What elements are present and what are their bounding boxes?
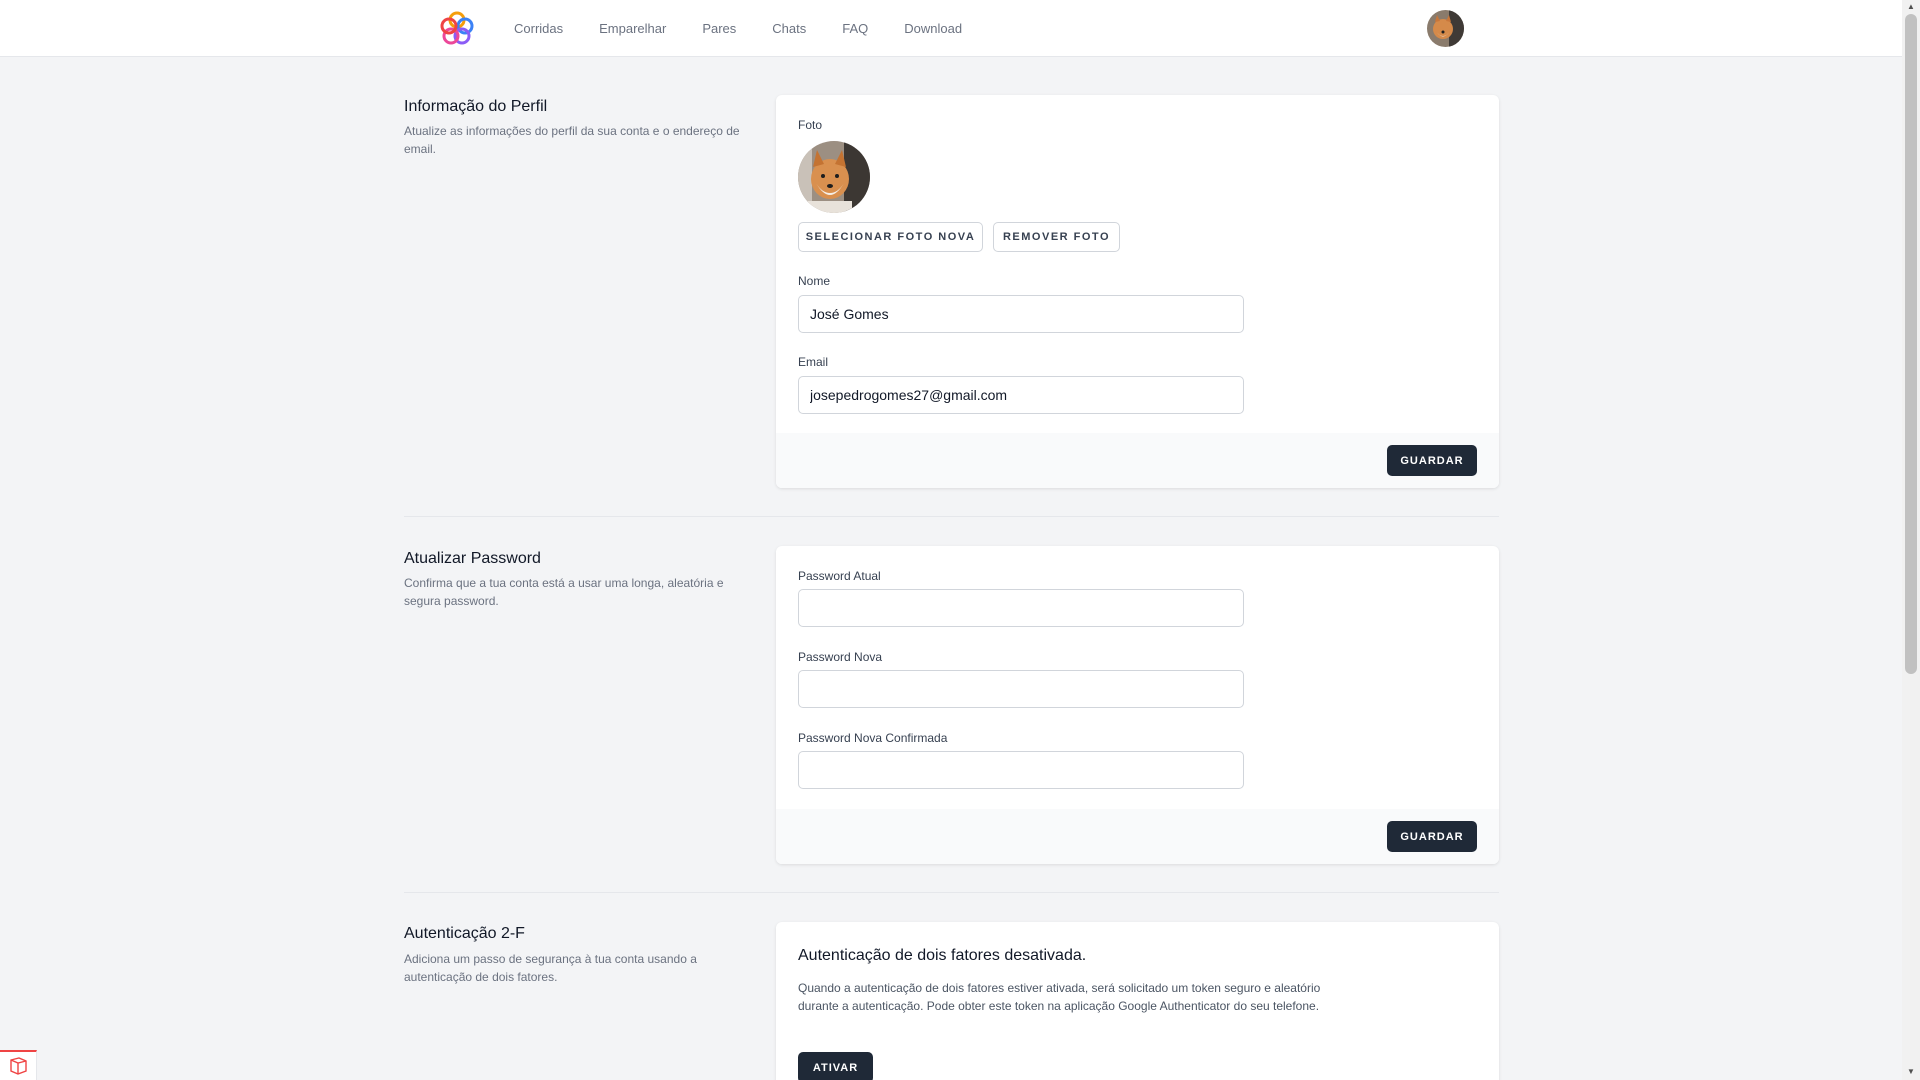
password-section-title: Atualizar Password — [404, 550, 541, 567]
scroll-up-arrow-icon[interactable]: ▲ — [1905, 1, 1917, 13]
save-password-button[interactable]: GUARDAR — [1387, 821, 1477, 852]
name-label: Nome — [798, 274, 831, 288]
select-new-photo-button[interactable]: SELECIONAR FOTO NOVA — [798, 222, 983, 252]
email-label: Email — [798, 355, 829, 369]
current-password-label: Password Atual — [798, 569, 881, 583]
name-field[interactable] — [798, 295, 1244, 333]
nav-link-chats[interactable]: Chats — [772, 21, 806, 36]
twofa-section-title: Autenticação 2-F — [404, 925, 525, 942]
password-section-description: Confirma que a tua conta está a usar uma… — [404, 576, 724, 608]
nav-link-emparelhar[interactable]: Emparelhar — [599, 21, 666, 36]
nav-link-download[interactable]: Download — [904, 21, 962, 36]
scroll-down-arrow-icon[interactable]: ▼ — [1905, 1066, 1917, 1078]
twofa-status-heading: Autenticação de dois fatores desativada. — [798, 947, 1087, 964]
app-logo-icon[interactable] — [438, 10, 476, 48]
nav-link-corridas[interactable]: Corridas — [514, 21, 563, 36]
twofa-card: Autenticação de dois fatores desativada.… — [776, 922, 1499, 1080]
remove-photo-button[interactable]: REMOVER FOTO — [993, 222, 1120, 252]
password-card: Password Atual Password Nova Password No… — [776, 546, 1499, 864]
profile-photo — [798, 141, 870, 213]
save-profile-button[interactable]: GUARDAR — [1387, 445, 1477, 476]
profile-card-footer: GUARDAR — [776, 433, 1499, 488]
confirm-password-field[interactable] — [798, 751, 1244, 789]
twofa-section-description: Adiciona um passo de segurança à tua con… — [404, 952, 697, 984]
nav-links: Corridas Emparelhar Pares Chats FAQ Down… — [514, 0, 962, 57]
password-card-footer: GUARDAR — [776, 809, 1499, 864]
user-avatar-icon[interactable] — [1427, 10, 1464, 47]
twofa-explanation: Quando a autenticação de dois fatores es… — [798, 981, 1321, 1013]
email-field[interactable] — [798, 376, 1244, 414]
profile-section-description: Atualize as informações do perfil da sua… — [404, 124, 740, 156]
profile-card: Foto SELECIONAR FOTO NOVA REMOVER FOTO N… — [776, 95, 1499, 488]
section-divider — [404, 516, 1499, 517]
new-password-label: Password Nova — [798, 650, 883, 664]
activate-twofa-button[interactable]: ATIVAR — [798, 1052, 873, 1080]
photo-label: Foto — [798, 118, 823, 132]
top-navigation: Corridas Emparelhar Pares Chats FAQ Down… — [0, 0, 1902, 57]
section-divider — [404, 892, 1499, 893]
current-password-field[interactable] — [798, 589, 1244, 627]
nav-link-faq[interactable]: FAQ — [842, 21, 868, 36]
confirm-password-label: Password Nova Confirmada — [798, 731, 948, 745]
debug-toolbar-icon[interactable] — [0, 1050, 37, 1080]
profile-section-title: Informação do Perfil — [404, 98, 548, 115]
scrollbar-thumb[interactable] — [1905, 14, 1917, 674]
new-password-field[interactable] — [798, 670, 1244, 708]
nav-link-pares[interactable]: Pares — [702, 21, 736, 36]
